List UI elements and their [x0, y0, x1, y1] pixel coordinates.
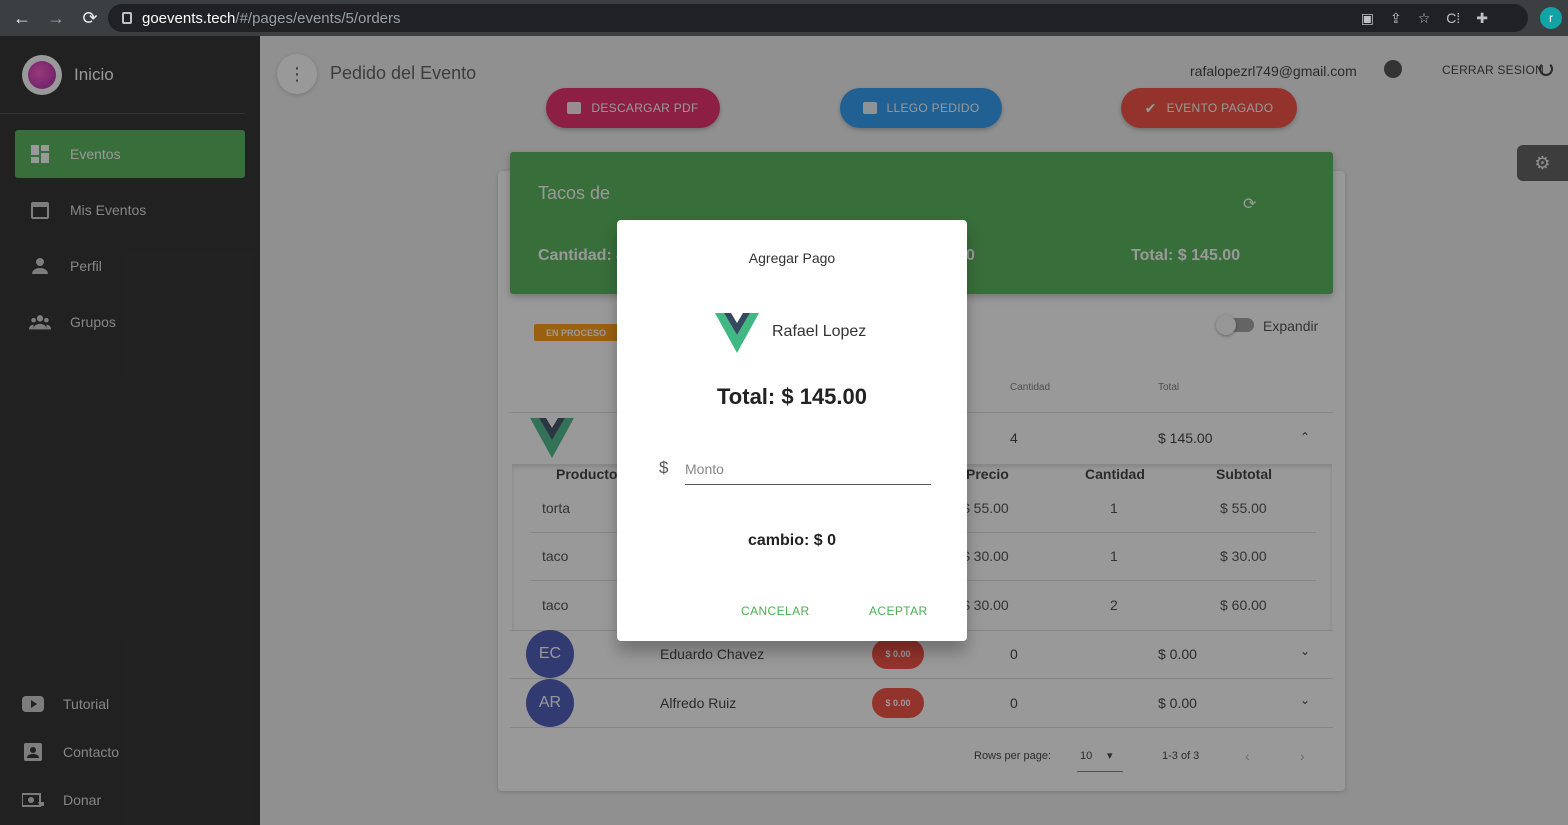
translate-icon[interactable]: ▣: [1361, 10, 1374, 27]
forward-arrow-icon[interactable]: →: [46, 8, 66, 29]
browser-nav: ← → ⟳: [12, 8, 100, 29]
cancel-button[interactable]: CANCELAR: [741, 604, 810, 618]
add-payment-dialog: Agregar Pago Rafael Lopez Total: $ 145.0…: [617, 220, 967, 641]
dialog-user-name: Rafael Lopez: [772, 323, 867, 340]
url-path: /#/pages/events/5/orders: [235, 9, 401, 27]
dialog-cambio: cambio: $ 0: [747, 532, 837, 549]
lock-icon: [122, 12, 132, 24]
star-icon[interactable]: ☆: [1418, 10, 1431, 27]
accept-button[interactable]: ACEPTAR: [869, 604, 928, 618]
puzzle-icon[interactable]: ✚: [1476, 10, 1488, 27]
browser-toolbar: ← → ⟳ goevents.tech/#/pages/events/5/ord…: [0, 0, 1568, 36]
vue-logo-icon: [715, 313, 759, 353]
share-icon[interactable]: ⇪: [1390, 10, 1402, 27]
dialog-title: Agregar Pago: [748, 250, 836, 266]
reload-icon[interactable]: ⟳: [80, 8, 100, 29]
dialog-total: Total: $ 145.00: [717, 384, 867, 409]
monto-input[interactable]: [685, 453, 931, 485]
url-host: goevents.tech: [142, 9, 236, 27]
address-bar-actions: ▣ ⇪ ☆ C⁞ ✚: [1361, 4, 1488, 32]
address-bar[interactable]: goevents.tech/#/pages/events/5/orders ▣ …: [108, 4, 1528, 32]
back-arrow-icon[interactable]: ←: [12, 8, 32, 29]
dollar-icon: $: [659, 458, 669, 477]
extension-c-icon[interactable]: C⁞: [1446, 10, 1460, 26]
profile-avatar[interactable]: r: [1540, 7, 1562, 29]
